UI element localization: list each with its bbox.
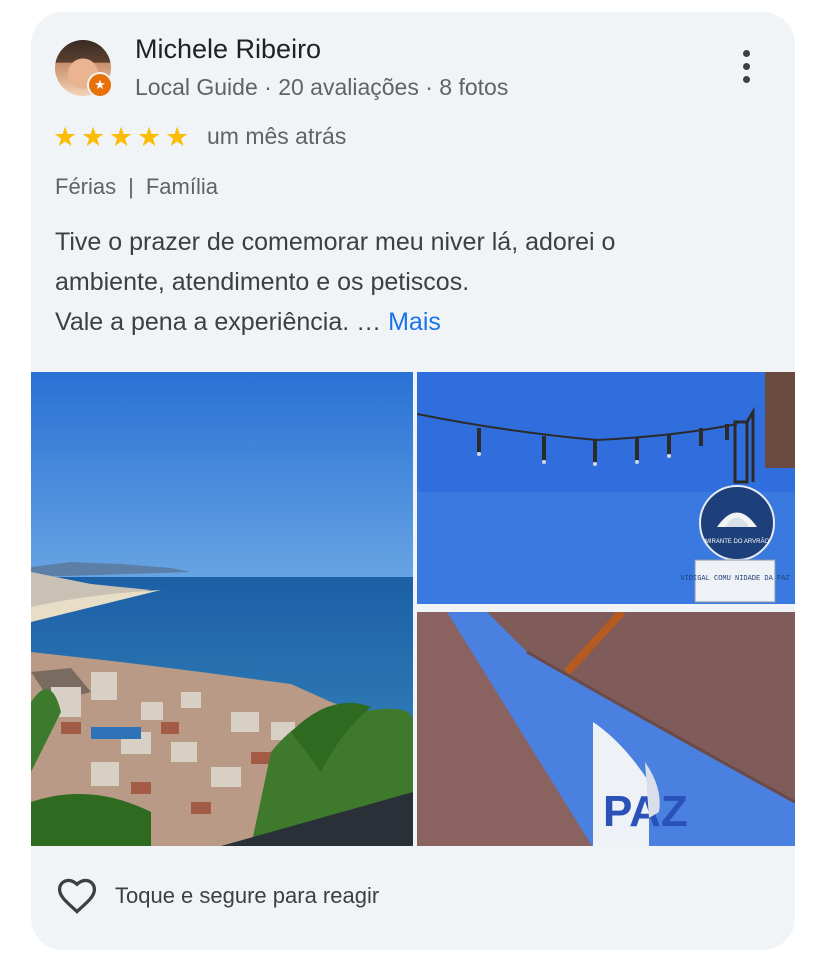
photo-rio-view-art xyxy=(31,372,413,846)
review-time: um mês atrás xyxy=(207,123,347,149)
star-icon: ★ xyxy=(53,122,80,152)
tag-familia: Família xyxy=(145,174,218,199)
local-guide-badge-icon: ★ xyxy=(87,72,113,98)
sign-text: MIRANTE DO ARVRÃO xyxy=(705,538,770,545)
react-hint: Toque e segure para reagir xyxy=(115,883,380,908)
more-link[interactable]: Mais xyxy=(388,308,441,336)
review-text-line: Tive o prazer de comemorar meu niver lá,… xyxy=(55,228,616,256)
photo-sign-art: MIRANTE DO ARVRÃO VIDIGAL COMU NIDADE DA… xyxy=(417,372,795,604)
reviewer-meta: Local Guide · 20 avaliações · 8 fotos xyxy=(135,74,509,100)
star-icon: ★ xyxy=(109,122,136,152)
review-text-line: ambiente, atendimento e os petiscos. xyxy=(55,268,470,296)
sign-board-text: VIDIGAL COMU NIDADE DA PAZ xyxy=(680,575,789,583)
star-icon: ★ xyxy=(81,122,108,152)
review-text-line: Vale a pena a experiência. … xyxy=(55,308,382,336)
photo-umbrellas[interactable]: PAZ xyxy=(417,612,795,846)
star-icon: ★ xyxy=(137,122,164,152)
photo-umbrellas-art: PAZ xyxy=(417,612,795,846)
flag-text: PAZ xyxy=(603,787,688,836)
photo-sign[interactable]: MIRANTE DO ARVRÃO VIDIGAL COMU NIDADE DA… xyxy=(417,372,795,604)
star-rating: ★★★★★ xyxy=(53,122,193,153)
reviewer-name[interactable]: Michele Ribeiro xyxy=(135,34,321,65)
photo-rio-view[interactable] xyxy=(31,372,413,846)
review-text: Tive o prazer de comemorar meu niver lá,… xyxy=(55,222,755,342)
heart-outline-icon[interactable] xyxy=(55,874,99,918)
star-icon: ★ xyxy=(165,122,192,152)
avatar[interactable]: ★ xyxy=(55,40,113,98)
more-vert-icon[interactable] xyxy=(731,50,761,90)
tag-ferias: Férias xyxy=(55,174,117,199)
review-card: ★ Michele Ribeiro Local Guide · 20 avali… xyxy=(31,12,795,950)
review-tags: Férias | Família xyxy=(55,174,218,200)
tag-separator: | xyxy=(128,174,134,199)
review-photos: MIRANTE DO ARVRÃO VIDIGAL COMU NIDADE DA… xyxy=(31,372,795,846)
